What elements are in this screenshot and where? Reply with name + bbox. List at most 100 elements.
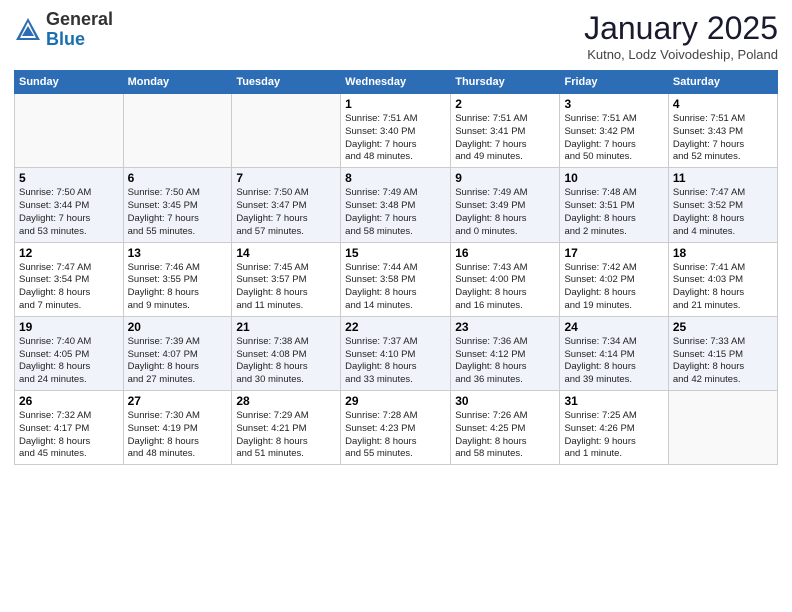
day-info: Sunrise: 7:44 AM Sunset: 3:58 PM Dayligh… xyxy=(345,262,446,313)
day-info: Sunrise: 7:47 AM Sunset: 3:54 PM Dayligh… xyxy=(19,262,119,313)
calendar-header-row: Sunday Monday Tuesday Wednesday Thursday… xyxy=(15,71,778,94)
day-info: Sunrise: 7:51 AM Sunset: 3:41 PM Dayligh… xyxy=(455,113,555,164)
day-info: Sunrise: 7:43 AM Sunset: 4:00 PM Dayligh… xyxy=(455,262,555,313)
day-number: 18 xyxy=(673,246,773,260)
day-number: 27 xyxy=(128,394,228,408)
calendar-cell: 2 Sunrise: 7:51 AM Sunset: 3:41 PM Daylig… xyxy=(451,94,560,168)
calendar-cell: 16 Sunrise: 7:43 AM Sunset: 4:00 PM Dayli… xyxy=(451,242,560,316)
col-wednesday: Wednesday xyxy=(341,71,451,94)
calendar-cell: 3 Sunrise: 7:51 AM Sunset: 3:42 PM Daylig… xyxy=(560,94,668,168)
day-number: 4 xyxy=(673,97,773,111)
day-info: Sunrise: 7:26 AM Sunset: 4:25 PM Dayligh… xyxy=(455,410,555,461)
day-info: Sunrise: 7:49 AM Sunset: 3:48 PM Dayligh… xyxy=(345,187,446,238)
day-info: Sunrise: 7:40 AM Sunset: 4:05 PM Dayligh… xyxy=(19,336,119,387)
day-info: Sunrise: 7:48 AM Sunset: 3:51 PM Dayligh… xyxy=(564,187,663,238)
col-monday: Monday xyxy=(123,71,232,94)
day-number: 1 xyxy=(345,97,446,111)
day-info: Sunrise: 7:36 AM Sunset: 4:12 PM Dayligh… xyxy=(455,336,555,387)
day-number: 7 xyxy=(236,171,336,185)
calendar-cell: 23Sunrise: 7:36 AM Sunset: 4:12 PM Dayli… xyxy=(451,316,560,390)
calendar-cell: 12 Sunrise: 7:47 AM Sunset: 3:54 PM Dayli… xyxy=(15,242,124,316)
month-title: January 2025 xyxy=(584,10,778,47)
calendar-cell: 31Sunrise: 7:25 AM Sunset: 4:26 PM Dayli… xyxy=(560,391,668,465)
calendar-cell: 28Sunrise: 7:29 AM Sunset: 4:21 PM Dayli… xyxy=(232,391,341,465)
logo-icon xyxy=(14,16,42,44)
calendar-cell: 4 Sunrise: 7:51 AM Sunset: 3:43 PM Daylig… xyxy=(668,94,777,168)
day-number: 17 xyxy=(564,246,663,260)
day-number: 3 xyxy=(564,97,663,111)
day-info: Sunrise: 7:42 AM Sunset: 4:02 PM Dayligh… xyxy=(564,262,663,313)
calendar-cell: 25Sunrise: 7:33 AM Sunset: 4:15 PM Dayli… xyxy=(668,316,777,390)
day-number: 6 xyxy=(128,171,228,185)
day-info: Sunrise: 7:50 AM Sunset: 3:47 PM Dayligh… xyxy=(236,187,336,238)
day-info: Sunrise: 7:37 AM Sunset: 4:10 PM Dayligh… xyxy=(345,336,446,387)
day-info: Sunrise: 7:50 AM Sunset: 3:44 PM Dayligh… xyxy=(19,187,119,238)
calendar-cell: 14 Sunrise: 7:45 AM Sunset: 3:57 PM Dayli… xyxy=(232,242,341,316)
day-number: 12 xyxy=(19,246,119,260)
calendar-cell: 30 Sunrise: 7:26 AM Sunset: 4:25 PM Dayli… xyxy=(451,391,560,465)
day-number: 25 xyxy=(673,320,773,334)
day-number: 8 xyxy=(345,171,446,185)
title-area: January 2025 Kutno, Lodz Voivodeship, Po… xyxy=(584,10,778,62)
col-thursday: Thursday xyxy=(451,71,560,94)
day-number: 2 xyxy=(455,97,555,111)
calendar-cell: 18 Sunrise: 7:41 AM Sunset: 4:03 PM Dayli… xyxy=(668,242,777,316)
page: General Blue January 2025 Kutno, Lodz Vo… xyxy=(0,0,792,612)
calendar-cell: 6 Sunrise: 7:50 AM Sunset: 3:45 PM Daylig… xyxy=(123,168,232,242)
day-info: Sunrise: 7:39 AM Sunset: 4:07 PM Dayligh… xyxy=(128,336,228,387)
calendar-week-row: 19 Sunrise: 7:40 AM Sunset: 4:05 PM Dayli… xyxy=(15,316,778,390)
day-info: Sunrise: 7:46 AM Sunset: 3:55 PM Dayligh… xyxy=(128,262,228,313)
day-info: Sunrise: 7:32 AM Sunset: 4:17 PM Dayligh… xyxy=(19,410,119,461)
day-info: Sunrise: 7:50 AM Sunset: 3:45 PM Dayligh… xyxy=(128,187,228,238)
day-info: Sunrise: 7:29 AM Sunset: 4:21 PM Dayligh… xyxy=(236,410,336,461)
day-number: 31 xyxy=(564,394,663,408)
calendar-cell: 13 Sunrise: 7:46 AM Sunset: 3:55 PM Dayli… xyxy=(123,242,232,316)
subtitle: Kutno, Lodz Voivodeship, Poland xyxy=(584,47,778,62)
calendar-cell xyxy=(123,94,232,168)
day-number: 16 xyxy=(455,246,555,260)
day-info: Sunrise: 7:51 AM Sunset: 3:42 PM Dayligh… xyxy=(564,113,663,164)
day-number: 29 xyxy=(345,394,446,408)
calendar-cell: 21Sunrise: 7:38 AM Sunset: 4:08 PM Dayli… xyxy=(232,316,341,390)
day-number: 14 xyxy=(236,246,336,260)
calendar-cell: 24 Sunrise: 7:34 AM Sunset: 4:14 PM Dayli… xyxy=(560,316,668,390)
calendar-cell: 5 Sunrise: 7:50 AM Sunset: 3:44 PM Daylig… xyxy=(15,168,124,242)
day-number: 15 xyxy=(345,246,446,260)
day-number: 19 xyxy=(19,320,119,334)
day-number: 30 xyxy=(455,394,555,408)
calendar-week-row: 26Sunrise: 7:32 AM Sunset: 4:17 PM Dayli… xyxy=(15,391,778,465)
day-info: Sunrise: 7:51 AM Sunset: 3:43 PM Dayligh… xyxy=(673,113,773,164)
day-info: Sunrise: 7:38 AM Sunset: 4:08 PM Dayligh… xyxy=(236,336,336,387)
logo: General Blue xyxy=(14,10,113,50)
day-info: Sunrise: 7:34 AM Sunset: 4:14 PM Dayligh… xyxy=(564,336,663,387)
day-info: Sunrise: 7:51 AM Sunset: 3:40 PM Dayligh… xyxy=(345,113,446,164)
day-info: Sunrise: 7:30 AM Sunset: 4:19 PM Dayligh… xyxy=(128,410,228,461)
day-info: Sunrise: 7:47 AM Sunset: 3:52 PM Dayligh… xyxy=(673,187,773,238)
calendar-cell: 20Sunrise: 7:39 AM Sunset: 4:07 PM Dayli… xyxy=(123,316,232,390)
day-info: Sunrise: 7:28 AM Sunset: 4:23 PM Dayligh… xyxy=(345,410,446,461)
day-number: 5 xyxy=(19,171,119,185)
calendar-cell: 22Sunrise: 7:37 AM Sunset: 4:10 PM Dayli… xyxy=(341,316,451,390)
day-info: Sunrise: 7:41 AM Sunset: 4:03 PM Dayligh… xyxy=(673,262,773,313)
calendar-cell xyxy=(232,94,341,168)
day-info: Sunrise: 7:49 AM Sunset: 3:49 PM Dayligh… xyxy=(455,187,555,238)
calendar-cell: 26Sunrise: 7:32 AM Sunset: 4:17 PM Dayli… xyxy=(15,391,124,465)
calendar-week-row: 12 Sunrise: 7:47 AM Sunset: 3:54 PM Dayli… xyxy=(15,242,778,316)
day-number: 11 xyxy=(673,171,773,185)
col-sunday: Sunday xyxy=(15,71,124,94)
day-number: 24 xyxy=(564,320,663,334)
calendar-cell: 29 Sunrise: 7:28 AM Sunset: 4:23 PM Dayli… xyxy=(341,391,451,465)
calendar-cell: 1 Sunrise: 7:51 AM Sunset: 3:40 PM Daylig… xyxy=(341,94,451,168)
calendar-cell: 11 Sunrise: 7:47 AM Sunset: 3:52 PM Dayli… xyxy=(668,168,777,242)
calendar-week-row: 1 Sunrise: 7:51 AM Sunset: 3:40 PM Daylig… xyxy=(15,94,778,168)
calendar-cell: 9Sunrise: 7:49 AM Sunset: 3:49 PM Daylig… xyxy=(451,168,560,242)
calendar-cell: 17 Sunrise: 7:42 AM Sunset: 4:02 PM Dayli… xyxy=(560,242,668,316)
calendar-cell: 10 Sunrise: 7:48 AM Sunset: 3:51 PM Dayli… xyxy=(560,168,668,242)
day-number: 13 xyxy=(128,246,228,260)
logo-text: General Blue xyxy=(46,10,113,50)
day-number: 10 xyxy=(564,171,663,185)
calendar-week-row: 5 Sunrise: 7:50 AM Sunset: 3:44 PM Daylig… xyxy=(15,168,778,242)
day-info: Sunrise: 7:45 AM Sunset: 3:57 PM Dayligh… xyxy=(236,262,336,313)
calendar-cell: 8 Sunrise: 7:49 AM Sunset: 3:48 PM Daylig… xyxy=(341,168,451,242)
calendar-cell: 19 Sunrise: 7:40 AM Sunset: 4:05 PM Dayli… xyxy=(15,316,124,390)
